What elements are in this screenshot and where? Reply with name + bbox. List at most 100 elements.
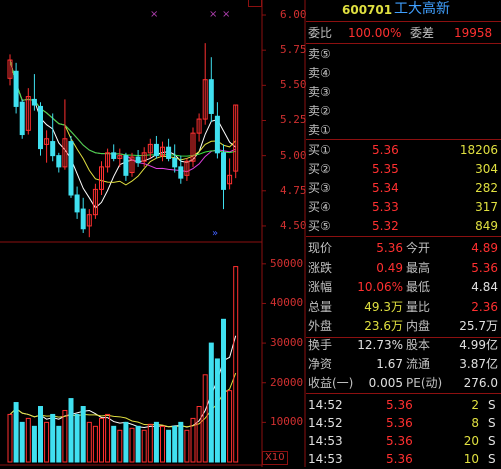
buy-price: 5.36: [372, 143, 399, 157]
buy-level-label: 买③: [308, 181, 331, 195]
volume-ma10-line: [9, 372, 237, 428]
tick-time: 14:53: [308, 434, 343, 448]
wei-cha-label: 委差: [410, 26, 435, 40]
volume-bar: [141, 429, 147, 463]
candle-body: [166, 146, 172, 159]
buy-price: 5.32: [372, 219, 399, 233]
fundamental-row: 换手 12.73% 股本 4.99亿: [306, 335, 501, 355]
candle-body: [153, 143, 159, 157]
quote-label: 最低: [406, 280, 431, 294]
fundamental-label: 换手: [308, 338, 333, 352]
fundamental-value: 4.99亿: [459, 338, 498, 352]
quote-label: 量比: [406, 299, 431, 314]
candle-body: [50, 141, 56, 157]
candle-body: [19, 101, 25, 136]
volume-bar: [166, 429, 172, 463]
tick-row: 14:53 5.36 10 S: [306, 449, 501, 469]
volume-bar: [38, 406, 43, 463]
price-axis-label: 5.00: [280, 148, 307, 162]
event-marker-icon[interactable]: ×: [209, 9, 217, 20]
candle-body: [38, 105, 43, 150]
price-axis-label: 5.25: [280, 113, 307, 127]
tick-time: 14:53: [308, 452, 343, 466]
candle-body: [178, 166, 184, 179]
fundamental-label: 流通: [406, 357, 431, 371]
volume-bar: [31, 425, 37, 463]
quote-row: 涨跌 0.49 最高 5.36: [306, 258, 501, 278]
fundamental-label: 股本: [406, 338, 431, 352]
sell-level-row: 卖④: [306, 63, 501, 83]
buy-volume: 317: [475, 200, 498, 214]
quote-value: 5.36: [376, 241, 403, 255]
quote-label: 涨跌: [308, 260, 333, 275]
volume-bar: [178, 421, 184, 463]
volume-bar: [214, 358, 220, 463]
volume-bar: [99, 417, 104, 463]
volume-bar: [153, 421, 159, 463]
volume-multiplier-label: X10: [262, 451, 288, 465]
candle-body: [31, 98, 37, 106]
wei-bi-label: 委比: [308, 26, 333, 40]
quote-label: 涨幅: [308, 280, 333, 294]
candle-body: [68, 141, 74, 196]
volume-bar: [135, 425, 141, 463]
volume-bar: [7, 413, 13, 463]
fundamental-label: 收益(一): [308, 376, 354, 390]
buy-volume: 18206: [459, 143, 498, 157]
quote-value: 4.89: [471, 241, 498, 255]
buy-volume: 849: [475, 219, 498, 233]
volume-bar: [129, 427, 135, 463]
candle-body: [56, 155, 62, 168]
tick-row: 14:52 5.36 2 S: [306, 395, 501, 415]
volume-bar: [184, 429, 190, 463]
volume-axis-label: 30000: [270, 336, 304, 350]
quote-label: 内盘: [406, 319, 431, 333]
buy-volume: 304: [475, 162, 498, 176]
kline-chart[interactable]: [0, 0, 306, 467]
price-axis-label: 5.50: [280, 78, 307, 92]
candle-body: [80, 208, 86, 230]
price-axis-label: 4.50: [280, 218, 307, 232]
chart-grid: [0, 0, 306, 467]
quote-label: 现价: [308, 241, 333, 255]
wei-cha-value: 19958: [454, 26, 493, 40]
tick-time: 14:52: [308, 416, 343, 430]
sell-level-row: 卖②: [306, 101, 501, 121]
volume-bar: [172, 425, 178, 463]
tick-side: S: [488, 452, 496, 466]
fundamental-value: 276.0: [463, 376, 498, 390]
volume-axis-label: 10000: [270, 415, 304, 429]
sell-level-label: 卖②: [308, 104, 331, 118]
stock-name: 工大高新: [394, 1, 450, 17]
stock-code: 600701: [342, 3, 393, 17]
event-marker-icon[interactable]: »: [212, 228, 218, 239]
price-axis-label: 6.00: [280, 8, 307, 22]
event-marker-icon[interactable]: ×: [222, 9, 230, 20]
volume-bar: [208, 342, 214, 463]
window-corner-icon: [248, 0, 262, 7]
volume-bar: [233, 266, 239, 463]
buy-price: 5.33: [372, 200, 399, 214]
quote-label: 外盘: [308, 319, 333, 333]
quote-label: 今开: [406, 241, 431, 255]
quote-label: 最高: [406, 260, 431, 275]
quote-row: 现价 5.36 今开 4.89: [306, 238, 501, 258]
buy-level-row: 买① 5.36 18206: [306, 140, 501, 160]
event-marker-icon[interactable]: ×: [150, 9, 158, 20]
candle-body: [214, 115, 220, 154]
quote-value: 10.06%: [357, 280, 403, 294]
volume-bar: [117, 429, 123, 463]
ma60-line: [9, 59, 236, 157]
volume-bar: [80, 406, 86, 463]
price-axis-label: 4.75: [280, 183, 307, 197]
volume-bar: [111, 425, 117, 463]
stock-header: 600701 工大高新: [306, 0, 501, 20]
quote-panel: 600701 工大高新 委比 100.00% 委差 19958 卖⑤ 卖④ 卖③ 卖②…: [306, 0, 501, 467]
volume-axis-label: 20000: [270, 375, 304, 389]
fundamental-row: 收益(一) 0.005 PE(动) 276.0: [306, 373, 501, 393]
volume-bar: [221, 318, 226, 463]
quote-row: 涨幅 10.06% 最低 4.84: [306, 277, 501, 297]
candle-body: [13, 70, 19, 107]
price-axis-label: 5.75: [280, 43, 307, 57]
buy-level-label: 买②: [308, 162, 331, 176]
